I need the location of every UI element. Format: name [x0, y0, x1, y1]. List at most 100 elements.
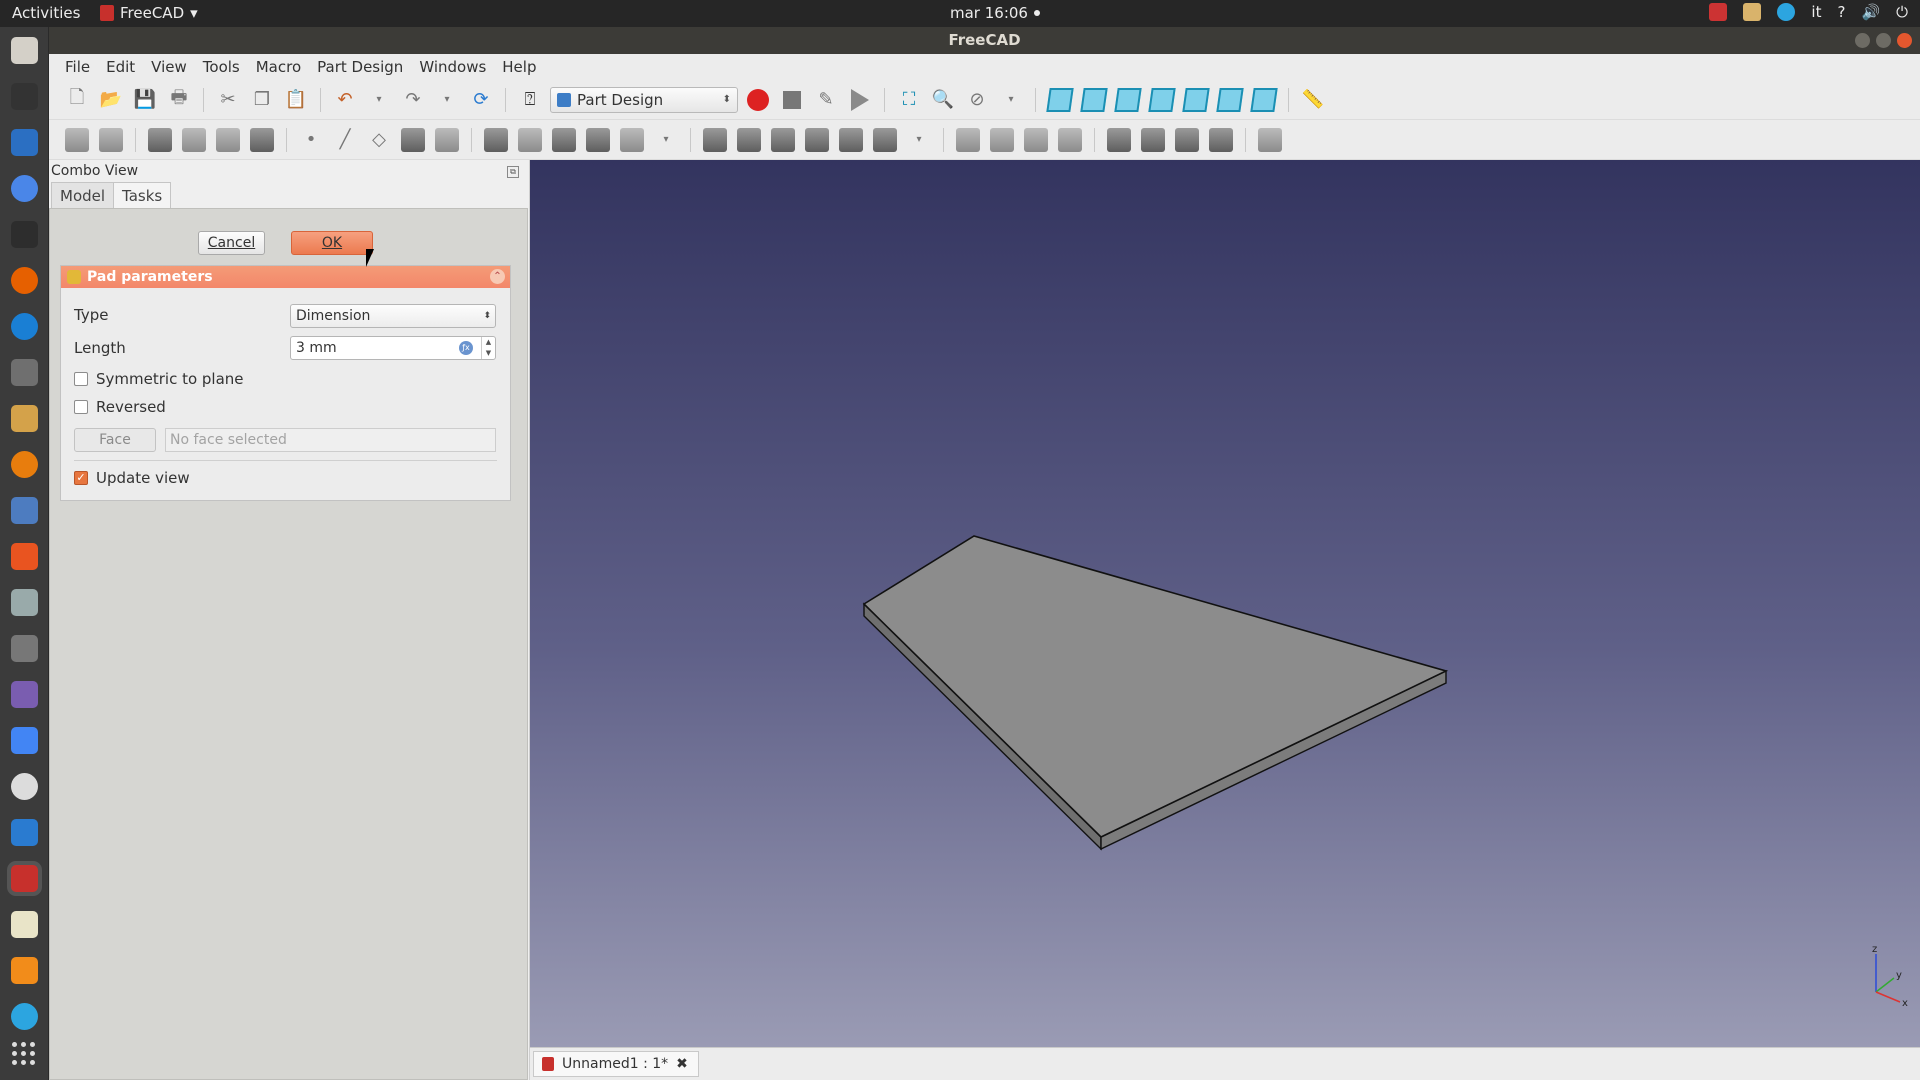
menu-file[interactable]: File [57, 58, 98, 76]
drive-icon[interactable] [11, 497, 38, 524]
gimp-icon[interactable] [11, 359, 38, 386]
datum-plane-icon[interactable]: ◇ [365, 126, 393, 154]
maximize-button[interactable] [1876, 33, 1891, 48]
sub-shape-binder-icon[interactable] [433, 126, 461, 154]
face-button[interactable]: Face [74, 428, 156, 452]
thickness-icon[interactable] [1207, 126, 1235, 154]
power-icon[interactable]: ⏻ [1896, 3, 1908, 21]
ok-button[interactable]: OK [291, 231, 373, 255]
macro-stop-icon[interactable] [778, 86, 806, 114]
new-sketch-icon[interactable] [146, 126, 174, 154]
groove-icon[interactable] [769, 126, 797, 154]
pocket-icon[interactable] [701, 126, 729, 154]
remote-icon[interactable] [11, 727, 38, 754]
macro-record-icon[interactable] [744, 86, 772, 114]
view-bottom-icon[interactable] [1216, 86, 1244, 114]
diagram-icon[interactable] [11, 405, 38, 432]
subtractive-primitive-icon[interactable] [871, 126, 899, 154]
shape-binder-icon[interactable] [214, 126, 242, 154]
datum-point-icon[interactable]: • [297, 126, 325, 154]
fit-selection-icon[interactable]: 🔍 [929, 86, 957, 114]
menu-macro[interactable]: Macro [248, 58, 309, 76]
view-front-icon[interactable] [1080, 86, 1108, 114]
writer-icon[interactable] [11, 129, 38, 156]
chromium-icon[interactable] [11, 175, 38, 202]
vlc-icon[interactable] [11, 957, 38, 984]
type-select[interactable]: Dimension ⬍ [290, 304, 496, 328]
sweep-icon[interactable] [584, 126, 612, 154]
cancel-button[interactable]: Cancel [198, 231, 265, 255]
menu-tools[interactable]: Tools [195, 58, 248, 76]
draw-style-icon[interactable]: ⊘ [963, 86, 991, 114]
view-rear-icon[interactable] [1182, 86, 1210, 114]
menu-part-design[interactable]: Part Design [309, 58, 411, 76]
local-cs-icon[interactable] [399, 126, 427, 154]
clock[interactable]: mar 16:06 [950, 4, 1040, 22]
hole-icon[interactable] [735, 126, 763, 154]
menu-help[interactable]: Help [494, 58, 544, 76]
loft-icon[interactable] [550, 126, 578, 154]
menu-view[interactable]: View [143, 58, 195, 76]
face-field[interactable]: No face selected [165, 428, 496, 452]
firefox-icon[interactable] [11, 267, 38, 294]
virtualbox-icon[interactable] [11, 819, 38, 846]
undo-icon[interactable]: ↶ [331, 86, 359, 114]
linear-pattern-icon[interactable] [988, 126, 1016, 154]
volume-icon[interactable]: 🔊 [1861, 3, 1880, 21]
subtractive-pipe-icon[interactable] [837, 126, 865, 154]
revolution-icon[interactable] [516, 126, 544, 154]
update-view-checkbox-box[interactable]: ✓ [74, 471, 88, 485]
validate-sketch-icon[interactable] [180, 126, 208, 154]
activities-button[interactable]: Activities [12, 4, 80, 22]
view-left-icon[interactable] [1250, 86, 1278, 114]
draw-style-dropdown-icon[interactable]: ▾ [997, 86, 1025, 114]
freecad-launcher-icon[interactable] [11, 865, 38, 892]
print-icon[interactable]: 🖶 [165, 86, 193, 114]
paste-icon[interactable]: 📋 [282, 86, 310, 114]
clone-icon[interactable] [248, 126, 276, 154]
pad-icon[interactable] [482, 126, 510, 154]
redo-dropdown-icon[interactable]: ▾ [433, 86, 461, 114]
pad-solid[interactable] [862, 535, 1449, 851]
undo-dropdown-icon[interactable]: ▾ [365, 86, 393, 114]
new-file-icon[interactable]: 🗋 [63, 86, 91, 114]
document-tab[interactable]: Unnamed1 : 1* ✖ [533, 1051, 699, 1077]
fillet-icon[interactable] [1105, 126, 1133, 154]
app-menu[interactable]: FreeCAD ▾ [100, 4, 198, 22]
thunderbird-icon[interactable] [11, 83, 38, 110]
workbench-selector[interactable]: Part Design ⬍ [550, 86, 738, 113]
multi-transform-icon[interactable] [1056, 126, 1084, 154]
blender-icon[interactable] [11, 451, 38, 478]
save-icon[interactable]: 💾 [131, 86, 159, 114]
refresh-icon[interactable]: ⟳ [467, 86, 495, 114]
software-center-icon[interactable] [11, 543, 38, 570]
camera-icon[interactable] [11, 635, 38, 662]
close-tab-icon[interactable]: ✖ [676, 1056, 688, 1072]
text-editor-icon[interactable] [11, 911, 38, 938]
macro-run-icon[interactable] [846, 86, 874, 114]
subtractive-loft-icon[interactable] [803, 126, 831, 154]
symmetric-checkbox-box[interactable] [74, 372, 88, 386]
view-right-icon[interactable] [1148, 86, 1176, 114]
minimize-button[interactable] [1855, 33, 1870, 48]
mirrored-icon[interactable] [954, 126, 982, 154]
telegram-icon[interactable] [11, 1003, 38, 1030]
reversed-checkbox[interactable]: Reversed [74, 398, 166, 416]
language-indicator[interactable]: it [1811, 3, 1821, 21]
boolean-icon[interactable] [1256, 126, 1284, 154]
length-spinner[interactable]: ▲ ▼ [481, 337, 495, 359]
reversed-checkbox-box[interactable] [74, 400, 88, 414]
additive-primitive-icon[interactable] [618, 126, 646, 154]
whats-this-icon[interactable]: ⍰ [516, 86, 544, 114]
redo-icon[interactable]: ↷ [399, 86, 427, 114]
copy-icon[interactable]: ❐ [248, 86, 276, 114]
open-file-icon[interactable]: 📂 [97, 86, 125, 114]
3d-view[interactable]: z y x [530, 160, 1920, 1047]
additive-dropdown-icon[interactable]: ▾ [652, 126, 680, 154]
pad-parameters-header[interactable]: Pad parameters ⌃ [61, 266, 510, 288]
files-icon[interactable] [11, 37, 38, 64]
menu-windows[interactable]: Windows [411, 58, 494, 76]
telegram-tray-icon[interactable] [1777, 3, 1796, 21]
tab-model[interactable]: Model [51, 182, 115, 210]
terminal-icon[interactable] [11, 221, 38, 248]
